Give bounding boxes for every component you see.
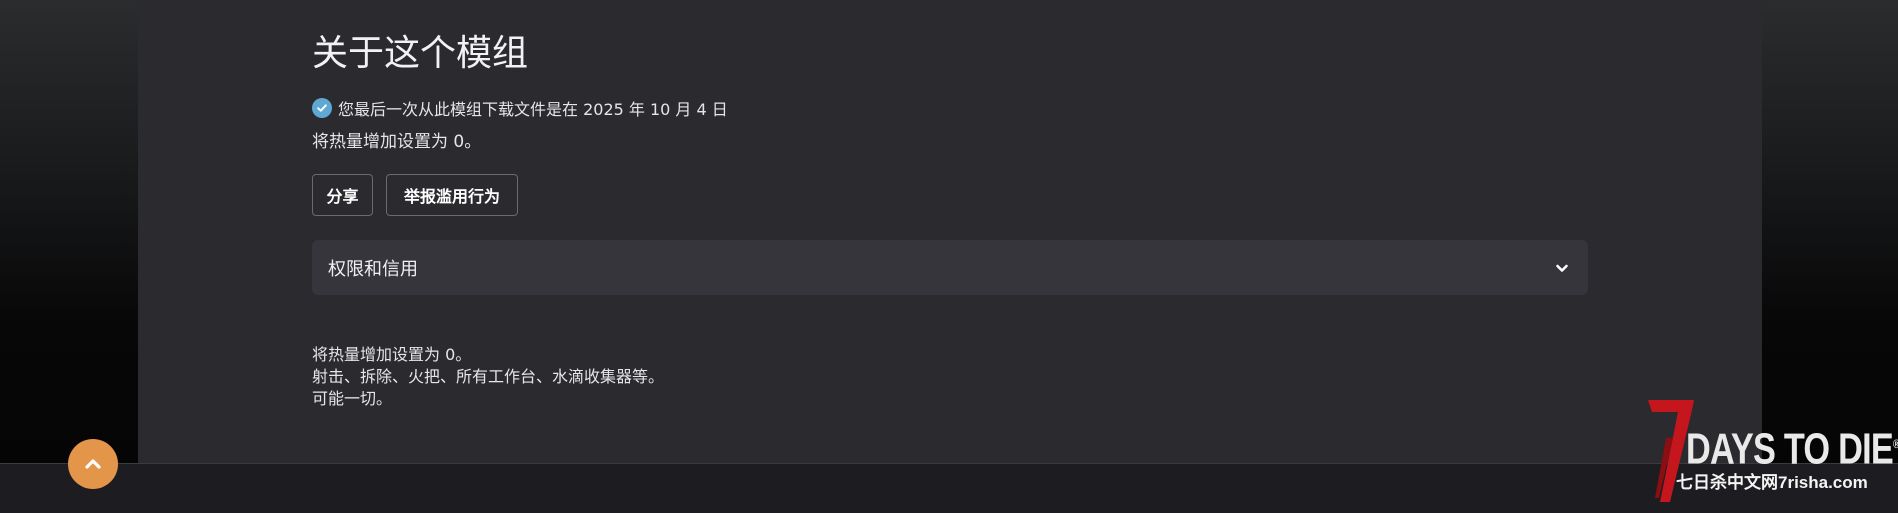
check-circle-icon (312, 98, 332, 118)
share-button[interactable]: 分享 (312, 174, 373, 216)
mod-summary: 将热量增加设置为 0。 (312, 132, 482, 152)
section-title: 关于这个模组 (312, 33, 529, 74)
chevron-up-icon (85, 459, 101, 469)
site-watermark-logo: DAYS TO DIE® 七日杀中文网7risha.com (1646, 398, 1898, 504)
description-line: 将热量增加设置为 0。 (312, 345, 472, 364)
page-background-left (0, 0, 138, 463)
description-line: 射击、拆除、火把、所有工作台、水滴收集器等。 (312, 367, 665, 386)
download-notice-text: 您最后一次从此模组下载文件是在 2025 年 10 月 4 日 (338, 100, 728, 119)
logo-title: DAYS TO DIE® (1686, 424, 1898, 474)
description-line: 可能一切。 (312, 389, 393, 408)
accordion-label: 权限和信用 (328, 258, 418, 280)
footer-bar (0, 463, 1898, 513)
permissions-credits-accordion[interactable]: 权限和信用 (312, 240, 1588, 295)
chevron-down-icon[interactable] (1554, 260, 1570, 276)
report-abuse-button[interactable]: 举报滥用行为 (386, 174, 518, 216)
download-notice: 您最后一次从此模组下载文件是在 2025 年 10 月 4 日 (312, 96, 728, 120)
mod-description: 将热量增加设置为 0。 射击、拆除、火把、所有工作台、水滴收集器等。 可能一切。 (312, 344, 664, 410)
page-background-right (1762, 0, 1898, 463)
scroll-to-top-button[interactable] (68, 439, 118, 489)
logo-subtitle: 七日杀中文网7risha.com (1676, 473, 1868, 492)
